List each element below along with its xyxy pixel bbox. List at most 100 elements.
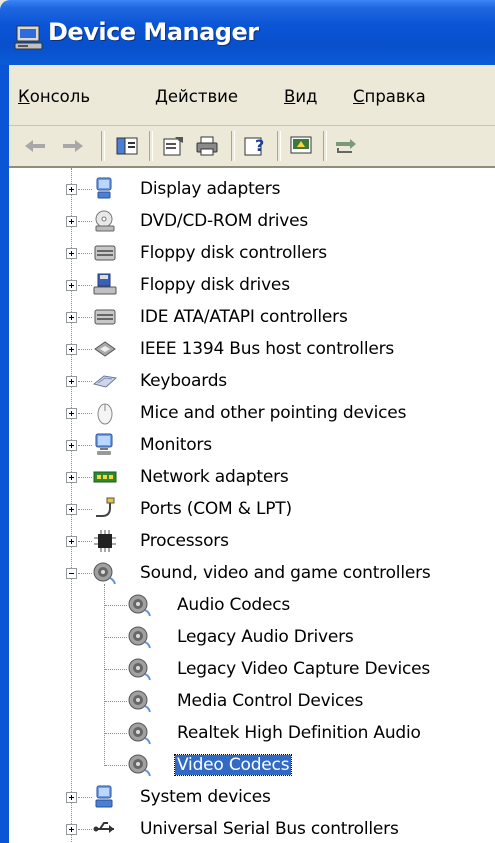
tree-child-node[interactable]: Legacy Video Capture Devices: [9, 654, 495, 686]
port-icon: [92, 496, 118, 522]
selected-tree-node-label: Video Codecs: [173, 754, 293, 776]
network-icon[interactable]: [333, 134, 361, 158]
tree-node-label: Floppy disk controllers: [140, 243, 327, 263]
tree-connector: [105, 637, 127, 638]
system-device-icon: [92, 784, 118, 810]
floppy-drive-icon: [92, 272, 118, 298]
expand-icon[interactable]: [66, 536, 77, 547]
tree-node[interactable]: Universal Serial Bus controllers: [9, 814, 495, 843]
device-manager-window: Device Manager Консоль Действие Вид Спра…: [0, 0, 495, 843]
cd-drive-icon: [92, 208, 118, 234]
tree-node[interactable]: Floppy disk controllers: [9, 238, 495, 270]
tree-connector: [78, 221, 92, 222]
tree-connector: [105, 765, 127, 766]
tree-node[interactable]: IDE ATA/ATAPI controllers: [9, 302, 495, 334]
tree-node-label: IDE ATA/ATAPI controllers: [140, 307, 348, 327]
sound-icon: [127, 688, 153, 714]
expand-icon[interactable]: [66, 792, 77, 803]
tree-connector: [78, 413, 92, 414]
tree-child-node[interactable]: Video Codecs: [9, 750, 495, 782]
tree-node-label: System devices: [140, 787, 271, 807]
expand-icon[interactable]: [66, 472, 77, 483]
tree-connector: [78, 797, 92, 798]
sound-icon: [92, 560, 118, 586]
title-bar[interactable]: Device Manager: [0, 0, 495, 65]
tree-node[interactable]: Floppy disk drives: [9, 270, 495, 302]
tree-connector: [104, 584, 105, 766]
tree-node-label: Universal Serial Bus controllers: [140, 819, 399, 839]
expand-icon[interactable]: [66, 408, 77, 419]
toolbar: ?: [9, 126, 495, 168]
menu-action[interactable]: Действие: [155, 87, 238, 106]
sound-icon: [127, 720, 153, 746]
tree-node[interactable]: Processors: [9, 526, 495, 558]
tree-node-label: Mice and other pointing devices: [140, 403, 407, 423]
tree-child-node[interactable]: Media Control Devices: [9, 686, 495, 718]
expand-icon[interactable]: [66, 280, 77, 291]
device-manager-icon: [14, 24, 44, 52]
print-icon[interactable]: [193, 134, 221, 158]
toolbar-separator: [277, 131, 281, 161]
toolbar-separator: [323, 131, 327, 161]
tree-connector: [105, 605, 127, 606]
expand-icon[interactable]: [66, 248, 77, 259]
tree-connector: [78, 381, 92, 382]
keyboard-icon: [92, 368, 118, 394]
expand-icon[interactable]: [66, 504, 77, 515]
tree-node-label: Legacy Video Capture Devices: [177, 659, 431, 679]
usb-icon: [92, 816, 118, 842]
tree-node-label: Audio Codecs: [177, 595, 291, 615]
scan-hardware-icon[interactable]: [287, 134, 315, 158]
tree-connector: [105, 733, 127, 734]
tree-node[interactable]: Mice and other pointing devices: [9, 398, 495, 430]
menu-console[interactable]: Консоль: [18, 87, 90, 106]
tree-node[interactable]: Sound, video and game controllers: [9, 558, 495, 590]
tree-connector: [78, 349, 92, 350]
tree-child-node[interactable]: Realtek High Definition Audio: [9, 718, 495, 750]
window-title: Device Manager: [48, 18, 259, 46]
tree-connector: [78, 573, 92, 574]
collapse-icon[interactable]: [66, 568, 77, 579]
network-adapter-icon: [92, 464, 118, 490]
sound-icon: [127, 624, 153, 650]
expand-icon[interactable]: [66, 376, 77, 387]
properties-icon[interactable]: [159, 134, 187, 158]
sound-icon: [127, 592, 153, 618]
tree-node[interactable]: DVD/CD-ROM drives: [9, 206, 495, 238]
help-icon[interactable]: ?: [241, 134, 269, 158]
device-tree[interactable]: Display adapters DVD/CD-ROM drives Floppy …: [9, 168, 495, 843]
sound-icon: [127, 656, 153, 682]
tree-connector: [78, 285, 92, 286]
tree-node-label: Keyboards: [140, 371, 227, 391]
tree-connector: [78, 445, 92, 446]
tree-node[interactable]: Display adapters: [9, 174, 495, 206]
menu-help[interactable]: Справка: [353, 87, 426, 106]
controller-icon: [92, 240, 118, 266]
menu-view[interactable]: Вид: [284, 87, 317, 106]
tree-child-node[interactable]: Audio Codecs: [9, 590, 495, 622]
tree-node[interactable]: Ports (COM & LPT): [9, 494, 495, 526]
firewire-icon: [92, 336, 118, 362]
tree-node-label: Legacy Audio Drivers: [177, 627, 354, 647]
forward-arrow-icon[interactable]: [59, 134, 87, 158]
back-arrow-icon[interactable]: [21, 134, 49, 158]
tree-connector: [78, 509, 92, 510]
tree-node[interactable]: Network adapters: [9, 462, 495, 494]
tree-node[interactable]: Keyboards: [9, 366, 495, 398]
expand-icon[interactable]: [66, 824, 77, 835]
tree-node[interactable]: Monitors: [9, 430, 495, 462]
svg-text:?: ?: [255, 136, 264, 155]
expand-icon[interactable]: [66, 216, 77, 227]
tree-connector: [78, 541, 92, 542]
tree-node-label: Monitors: [140, 435, 212, 455]
tree-node[interactable]: IEEE 1394 Bus host controllers: [9, 334, 495, 366]
expand-icon[interactable]: [66, 312, 77, 323]
tree-node-label: Network adapters: [140, 467, 289, 487]
expand-icon[interactable]: [66, 344, 77, 355]
tree-child-node[interactable]: Legacy Audio Drivers: [9, 622, 495, 654]
tree-node[interactable]: System devices: [9, 782, 495, 814]
console-tree-icon[interactable]: [113, 134, 141, 158]
display-adapter-icon: [92, 176, 118, 202]
expand-icon[interactable]: [66, 184, 77, 195]
expand-icon[interactable]: [66, 440, 77, 451]
